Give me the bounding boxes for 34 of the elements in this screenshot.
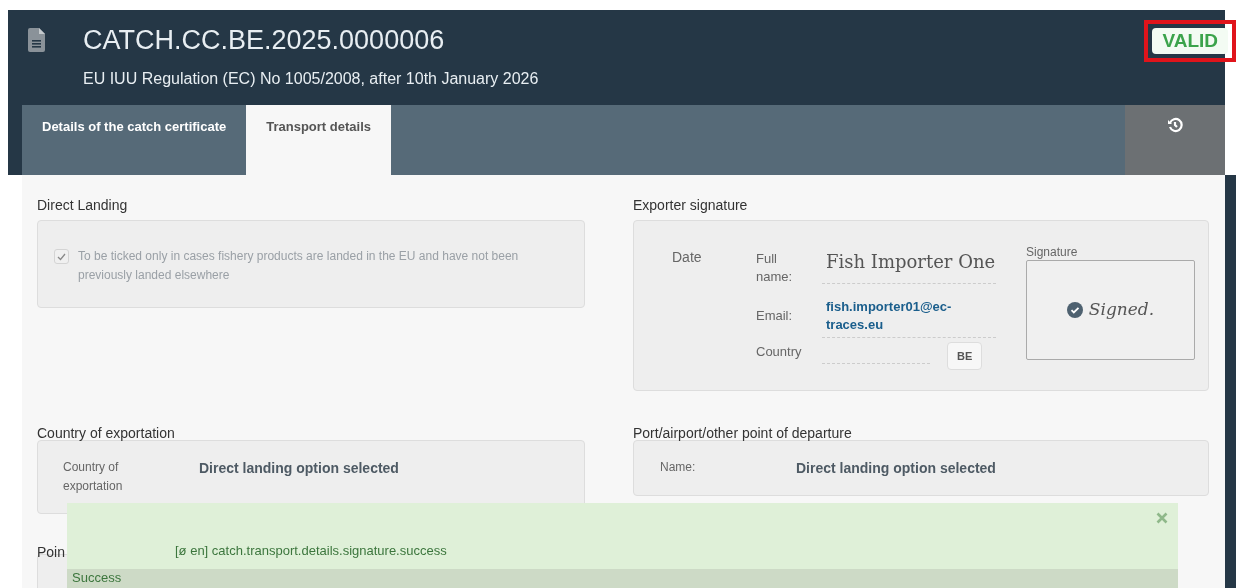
certificate-title: CATCH.CC.BE.2025.0000006	[83, 24, 446, 56]
regulation-subtitle: EU IUU Regulation (EC) No 1005/2008, after 10th January 2026	[83, 69, 539, 89]
close-button[interactable]	[1155, 511, 1169, 525]
email-value: fish.importer01@ec-traces.eu	[822, 298, 996, 338]
toast-message: [ø en] catch.transport.details.signature.success	[175, 542, 448, 560]
tab[interactable]: Details of the catch certificate	[22, 105, 247, 175]
checkbox[interactable]	[54, 249, 69, 264]
section-heading: Exporter signature	[633, 196, 749, 215]
signature-label: Signature	[1026, 244, 1079, 260]
field-label: Country of exportation	[63, 459, 124, 495]
field-value: Direct landing option selected	[199, 459, 399, 478]
country-code: BE	[947, 342, 983, 370]
history-icon	[1167, 117, 1183, 133]
date-label: Date	[672, 248, 703, 267]
field-label: Country	[756, 343, 803, 361]
section-heading: Port/airport/other point of departure	[633, 424, 853, 440]
section-heading: Poin	[37, 543, 66, 562]
field-label: Name:	[660, 459, 697, 476]
field-label: Email:	[756, 307, 794, 325]
field-value: Direct landing option selected	[796, 459, 996, 478]
checkbox-label: To be ticked only in cases fishery products are landed in the EU and have not been previously landed elsewhere	[78, 248, 520, 284]
close-icon	[1156, 512, 1168, 524]
status-badge: VALID	[1152, 28, 1228, 54]
toast-title: Success	[67, 568, 1178, 588]
field-label: Full name:	[756, 250, 794, 286]
full-name-value: Fish Importer One	[822, 244, 996, 284]
check-circle-icon	[1066, 302, 1083, 318]
section-heading: Country of exportation	[37, 424, 176, 440]
history-button[interactable]	[1125, 105, 1225, 175]
document-icon	[28, 28, 45, 52]
signed-text: Signed.	[1088, 298, 1155, 322]
check-icon	[57, 252, 66, 261]
tab[interactable]: Transport details	[246, 105, 391, 175]
section-heading: Direct Landing	[37, 196, 129, 215]
